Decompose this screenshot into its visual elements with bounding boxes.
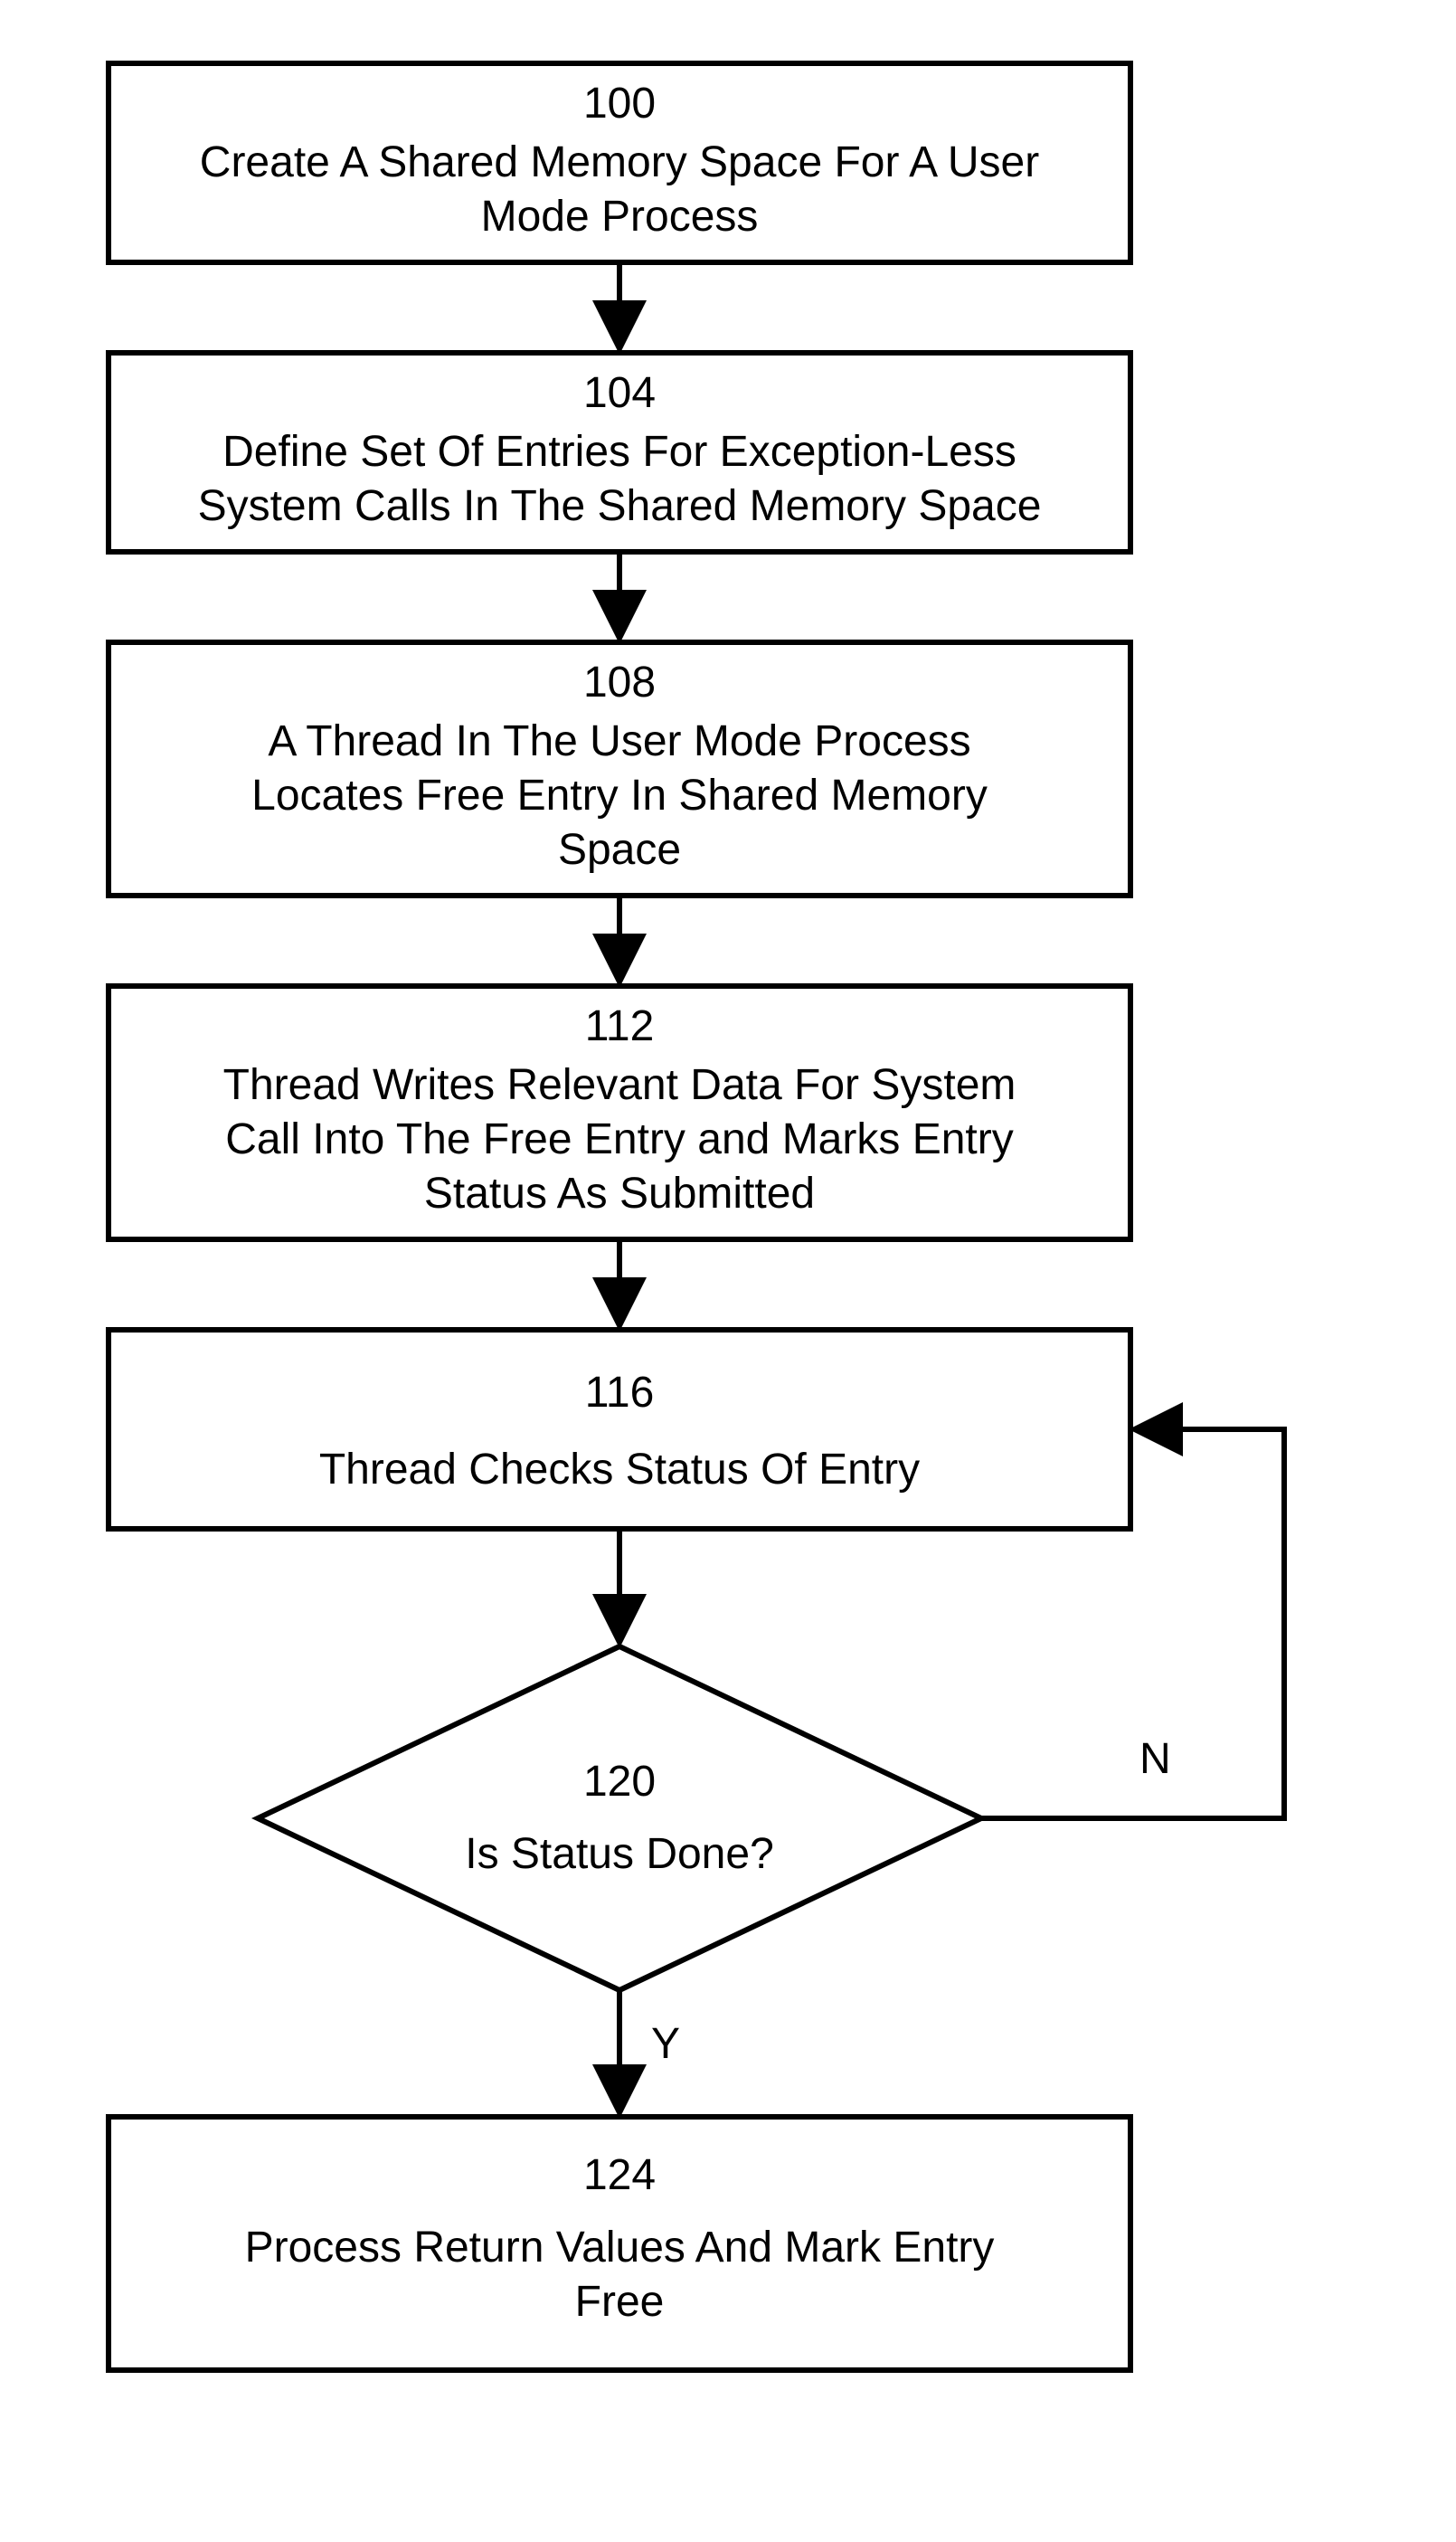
- node-124: 124 Process Return Values And Mark Entry…: [109, 2117, 1130, 2370]
- node-120: 120 Is Status Done?: [258, 1646, 981, 1990]
- node-104-line1: Define Set Of Entries For Exception-Less: [222, 428, 1016, 476]
- node-108: 108 A Thread In The User Mode Process Lo…: [109, 642, 1130, 896]
- node-116: 116 Thread Checks Status Of Entry: [109, 1330, 1130, 1529]
- edge-label-yes: Y: [651, 2020, 680, 2068]
- node-124-line2: Free: [575, 2278, 665, 2326]
- node-112: 112 Thread Writes Relevant Data For Syst…: [109, 986, 1130, 1239]
- node-120-id: 120: [583, 1758, 656, 1806]
- node-112-id: 112: [585, 1002, 655, 1050]
- node-104: 104 Define Set Of Entries For Exception-…: [109, 353, 1130, 552]
- node-108-line1: A Thread In The User Mode Process: [268, 717, 970, 765]
- node-124-id: 124: [583, 2151, 656, 2199]
- node-108-line2: Locates Free Entry In Shared Memory: [251, 772, 988, 820]
- edge-label-no: N: [1139, 1735, 1171, 1783]
- node-120-line1: Is Status Done?: [465, 1830, 774, 1878]
- node-108-line3: Space: [558, 826, 681, 874]
- node-100-line2: Mode Process: [481, 193, 759, 241]
- node-124-line1: Process Return Values And Mark Entry: [245, 2224, 995, 2272]
- node-100-line1: Create A Shared Memory Space For A User: [200, 138, 1039, 186]
- node-116-line1: Thread Checks Status Of Entry: [319, 1446, 920, 1494]
- edge-120-124-yes: Y: [619, 1990, 680, 2108]
- node-112-line3: Status As Submitted: [424, 1170, 815, 1218]
- node-116-id: 116: [585, 1369, 655, 1417]
- node-100: 100 Create A Shared Memory Space For A U…: [109, 63, 1130, 262]
- node-100-id: 100: [583, 80, 656, 128]
- node-104-line2: System Calls In The Shared Memory Space: [198, 482, 1042, 530]
- node-108-id: 108: [583, 659, 656, 707]
- node-112-line1: Thread Writes Relevant Data For System: [223, 1061, 1016, 1109]
- node-104-id: 104: [583, 369, 656, 417]
- node-112-line2: Call Into The Free Entry and Marks Entry: [225, 1115, 1013, 1163]
